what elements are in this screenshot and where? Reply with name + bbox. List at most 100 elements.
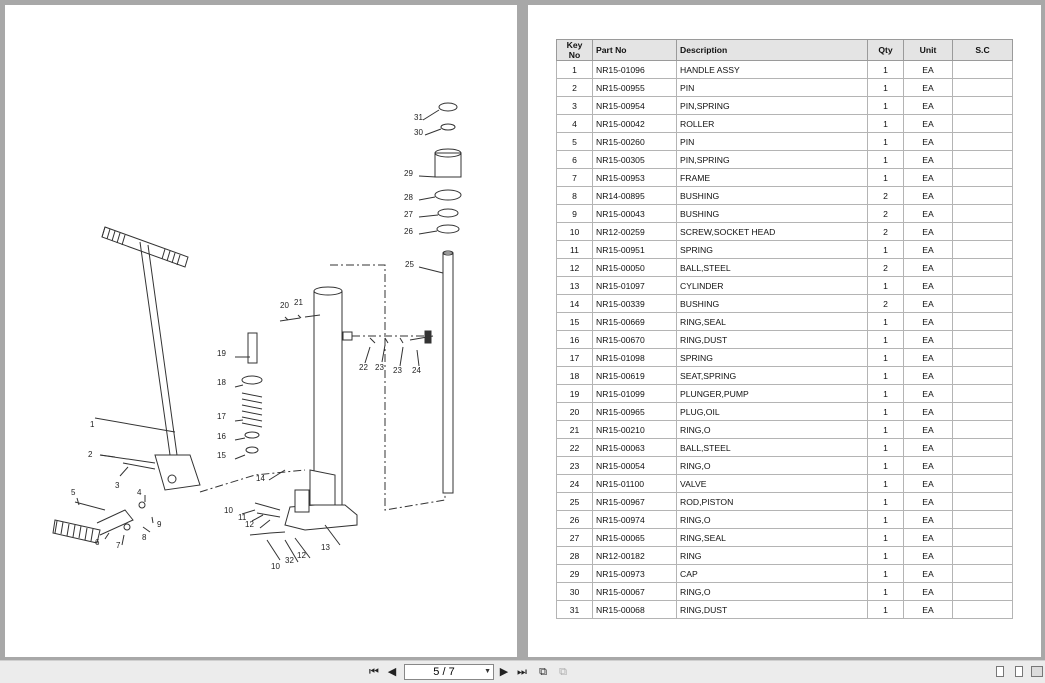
first-page-icon[interactable]: ⏮ xyxy=(366,664,382,680)
callout-label: 6 xyxy=(95,538,100,547)
cell-part-no: NR15-00953 xyxy=(592,168,677,187)
facing-pages-view-icon[interactable] xyxy=(1031,666,1043,677)
cell-qty: 1 xyxy=(867,456,904,475)
cell-unit: EA xyxy=(903,402,953,421)
cell-description: RING xyxy=(676,546,868,565)
cell-key-no: 20 xyxy=(556,402,593,421)
table-row: 7 NR15-00953 FRAME 1 EA xyxy=(556,168,1013,187)
cell-part-no: NR15-00068 xyxy=(592,600,677,619)
page-number-select[interactable]: 5 / 7 ▼ xyxy=(404,664,494,680)
cell-qty: 1 xyxy=(867,438,904,457)
cell-description: BALL,STEEL xyxy=(676,438,868,457)
cell-unit: EA xyxy=(903,294,953,313)
cell-description: BUSHING xyxy=(676,294,868,313)
copy-page-icon[interactable]: ⧉ xyxy=(535,664,551,680)
cell-unit: EA xyxy=(903,204,953,223)
callout-label: 20 xyxy=(280,301,289,310)
single-page-view-icon[interactable] xyxy=(996,666,1004,677)
cell-description: RING,O xyxy=(676,582,868,601)
cell-unit: EA xyxy=(903,456,953,475)
cell-part-no: NR15-01097 xyxy=(592,276,677,295)
table-row: 17 NR15-01098 SPRING 1 EA xyxy=(556,348,1013,367)
cell-sc xyxy=(952,492,1013,511)
callout-label: 17 xyxy=(217,412,226,421)
callout-label: 16 xyxy=(217,432,226,441)
cell-qty: 1 xyxy=(867,546,904,565)
cell-part-no: NR15-00339 xyxy=(592,294,677,313)
cell-description: ROLLER xyxy=(676,114,868,133)
cell-qty: 1 xyxy=(867,78,904,97)
cell-key-no: 10 xyxy=(556,222,593,241)
cell-unit: EA xyxy=(903,348,953,367)
cell-unit: EA xyxy=(903,438,953,457)
cell-key-no: 1 xyxy=(556,60,593,79)
cell-sc xyxy=(952,60,1013,79)
parts-table-body: 1 NR15-01096 HANDLE ASSY 1 EA 2 NR15-00955 PIN 1… xyxy=(556,60,1013,619)
cell-key-no: 22 xyxy=(556,438,593,457)
cell-description: SCREW,SOCKET HEAD xyxy=(676,222,868,241)
cell-key-no: 4 xyxy=(556,114,593,133)
cell-part-no: NR15-00210 xyxy=(592,420,677,439)
last-page-icon[interactable]: ⏭ xyxy=(514,664,530,680)
callout-label: 12 xyxy=(297,551,306,560)
cell-key-no: 9 xyxy=(556,204,593,223)
callout-label: 8 xyxy=(142,533,147,542)
callout-label: 32 xyxy=(285,556,294,565)
cell-part-no: NR15-01096 xyxy=(592,60,677,79)
callout-label: 10 xyxy=(271,562,280,571)
cell-qty: 1 xyxy=(867,420,904,439)
cell-unit: EA xyxy=(903,528,953,547)
diagram-callout-labels: 1 2 3 4 5 6 7 8 9 10 11 12 13 14 15 16 1… xyxy=(71,113,423,571)
column-header-part-no: Part No xyxy=(592,39,677,61)
cell-sc xyxy=(952,96,1013,115)
previous-page-icon[interactable]: ◀ xyxy=(384,664,400,680)
callout-label: 12 xyxy=(245,520,254,529)
cell-key-no: 13 xyxy=(556,276,593,295)
foot-pedal-part xyxy=(52,501,146,544)
callout-label: 22 xyxy=(359,363,368,372)
cell-sc xyxy=(952,222,1013,241)
callout-label: 4 xyxy=(137,488,142,497)
cell-part-no: NR15-00260 xyxy=(592,132,677,151)
next-page-icon[interactable]: ▶ xyxy=(496,664,512,680)
piston-rod-part xyxy=(442,250,454,494)
table-header-row: Key No Part No Description Qty Unit S.C xyxy=(556,39,1013,61)
cell-part-no: NR15-01098 xyxy=(592,348,677,367)
cell-part-no: NR15-00063 xyxy=(592,438,677,457)
cell-qty: 2 xyxy=(867,204,904,223)
cell-key-no: 24 xyxy=(556,474,593,493)
cell-key-no: 31 xyxy=(556,600,593,619)
callout-label: 1 xyxy=(90,420,95,429)
table-row: 21 NR15-00210 RING,O 1 EA xyxy=(556,420,1013,439)
callout-label: 14 xyxy=(256,474,265,483)
table-row: 28 NR12-00182 RING 1 EA xyxy=(556,546,1013,565)
table-row: 11 NR15-00951 SPRING 1 EA xyxy=(556,240,1013,259)
cell-description: RING,DUST xyxy=(676,330,868,349)
cell-key-no: 2 xyxy=(556,78,593,97)
continuous-view-icon[interactable] xyxy=(1015,666,1023,677)
cell-key-no: 21 xyxy=(556,420,593,439)
cell-part-no: NR15-00067 xyxy=(592,582,677,601)
cell-key-no: 25 xyxy=(556,492,593,511)
cell-qty: 1 xyxy=(867,312,904,331)
callout-label: 5 xyxy=(71,488,76,497)
cell-description: SPRING xyxy=(676,240,868,259)
cell-sc xyxy=(952,366,1013,385)
cell-part-no: NR12-00182 xyxy=(592,546,677,565)
cell-key-no: 27 xyxy=(556,528,593,547)
cell-unit: EA xyxy=(903,312,953,331)
cell-key-no: 7 xyxy=(556,168,593,187)
cell-sc xyxy=(952,312,1013,331)
callout-label: 24 xyxy=(412,366,421,375)
table-row: 30 NR15-00067 RING,O 1 EA xyxy=(556,582,1013,601)
callout-label: 23 xyxy=(375,363,384,372)
cell-unit: EA xyxy=(903,420,953,439)
cell-part-no: NR15-00973 xyxy=(592,564,677,583)
cell-part-no: NR15-00042 xyxy=(592,114,677,133)
cell-unit: EA xyxy=(903,276,953,295)
cell-qty: 1 xyxy=(867,402,904,421)
cell-key-no: 8 xyxy=(556,186,593,205)
cell-key-no: 19 xyxy=(556,384,593,403)
callout-label: 13 xyxy=(321,543,330,552)
table-row: 16 NR15-00670 RING,DUST 1 EA xyxy=(556,330,1013,349)
